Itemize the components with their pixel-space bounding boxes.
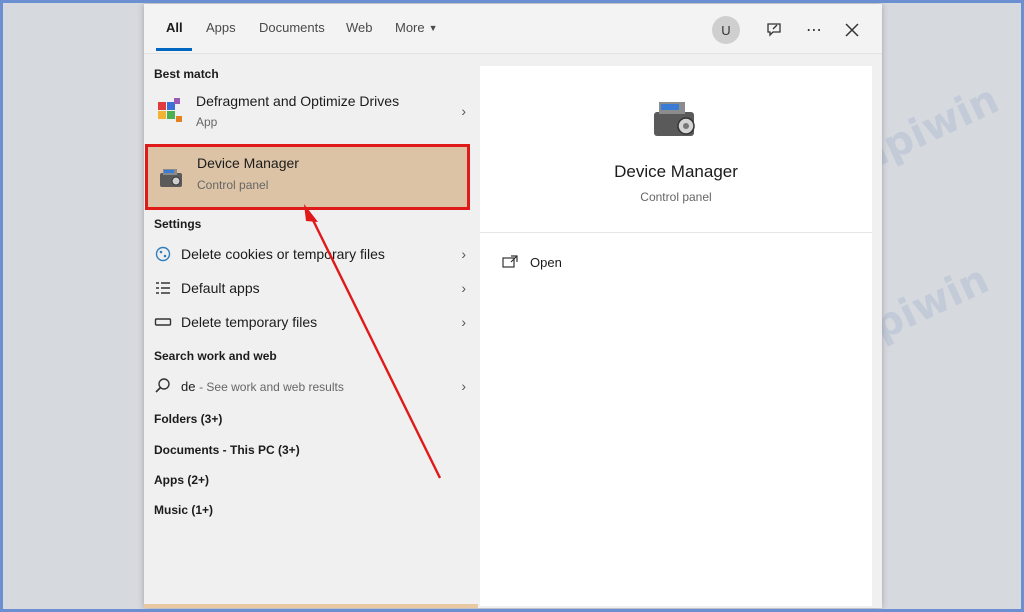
- storage-icon: [154, 313, 172, 331]
- chevron-right-icon[interactable]: ›: [461, 378, 466, 394]
- preview-pane: Device Manager Control panel Open: [480, 66, 872, 606]
- chevron-right-icon[interactable]: ›: [461, 103, 466, 119]
- preview-subtitle: Control panel: [640, 190, 712, 204]
- start-search-window: All Apps Documents Web More ▼ U ⋯ Best ma…: [144, 4, 882, 608]
- results-pane: Best match Defragment and Optimize Drive…: [144, 55, 478, 608]
- settings-item-label: Delete temporary files: [181, 314, 318, 330]
- result-title: Defragment and Optimize Drives: [196, 93, 400, 109]
- preview-divider: [480, 232, 872, 233]
- open-label: Open: [530, 254, 562, 270]
- tab-more-label: More: [395, 20, 425, 35]
- chevron-right-icon[interactable]: ›: [461, 246, 466, 262]
- cookies-settings-icon: [154, 245, 172, 263]
- caret-down-icon: ▼: [428, 23, 438, 33]
- open-icon: [502, 255, 518, 269]
- device-manager-icon: [156, 163, 186, 193]
- section-search-web: Search work and web: [154, 349, 277, 363]
- device-manager-large-icon: [650, 96, 702, 144]
- tab-apps[interactable]: Apps: [206, 20, 236, 40]
- more-options-icon[interactable]: ⋯: [800, 16, 828, 44]
- search-icon: [154, 377, 172, 395]
- result-subtitle: Control panel: [197, 178, 269, 192]
- result-title: Device Manager: [197, 155, 299, 171]
- settings-item-label: Delete cookies or temporary files: [181, 246, 385, 262]
- settings-item-delete-temp[interactable]: Delete temporary files ›: [144, 307, 478, 337]
- section-folders[interactable]: Folders (3+): [154, 412, 222, 426]
- web-search-text: de - See work and web results: [181, 379, 344, 394]
- open-action[interactable]: Open: [502, 252, 562, 272]
- bottom-accent-bar: [144, 604, 478, 608]
- tab-all[interactable]: All: [166, 20, 183, 40]
- settings-item-default-apps[interactable]: Default apps ›: [144, 273, 478, 303]
- default-apps-icon: [154, 279, 172, 297]
- result-device-manager[interactable]: Device Manager Control panel: [145, 144, 470, 210]
- chevron-right-icon[interactable]: ›: [461, 314, 466, 330]
- feedback-icon[interactable]: [760, 16, 788, 44]
- search-tabs-bar: All Apps Documents Web More ▼ U ⋯: [144, 4, 882, 54]
- settings-item-delete-cookies[interactable]: Delete cookies or temporary files ›: [144, 239, 478, 269]
- section-music[interactable]: Music (1+): [154, 503, 213, 517]
- tab-web[interactable]: Web: [346, 20, 373, 40]
- web-search-query: de: [181, 378, 196, 394]
- chevron-right-icon[interactable]: ›: [461, 280, 466, 296]
- section-documents[interactable]: Documents - This PC (3+): [154, 443, 300, 457]
- section-settings: Settings: [154, 217, 202, 231]
- defrag-app-icon: [154, 96, 184, 126]
- tab-more[interactable]: More ▼: [395, 20, 438, 40]
- result-defragment[interactable]: Defragment and Optimize Drives App ›: [144, 83, 478, 139]
- settings-item-label: Default apps: [181, 280, 260, 296]
- section-apps[interactable]: Apps (2+): [154, 473, 209, 487]
- active-tab-indicator: [156, 48, 192, 51]
- tab-documents[interactable]: Documents: [259, 20, 325, 40]
- section-best-match: Best match: [154, 67, 219, 81]
- result-subtitle: App: [196, 115, 218, 129]
- close-icon[interactable]: [838, 16, 866, 44]
- web-search-row[interactable]: de - See work and web results ›: [144, 371, 478, 401]
- preview-title: Device Manager: [614, 162, 738, 181]
- user-avatar[interactable]: U: [712, 16, 740, 44]
- web-search-hint: - See work and web results: [199, 379, 344, 394]
